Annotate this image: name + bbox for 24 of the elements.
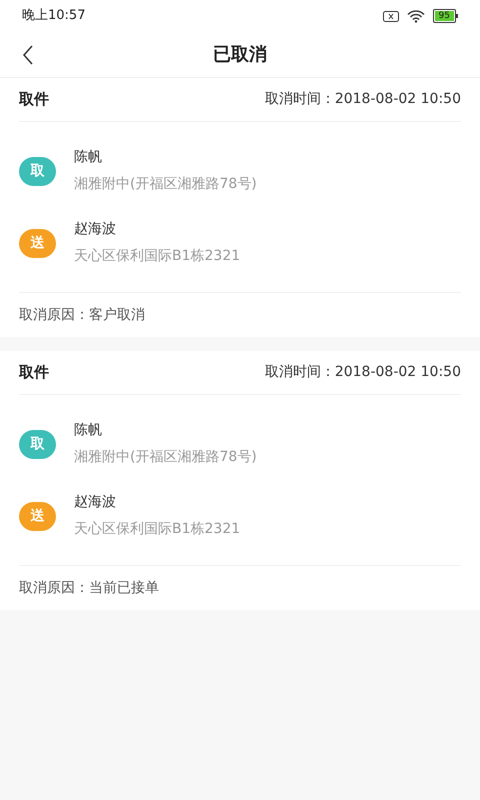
address-text: 天心区保利国际B1栋2321 — [74, 247, 240, 266]
address-text: 天心区保利国际B1栋2321 — [74, 520, 240, 539]
contact-name: 陈帆 — [74, 421, 103, 440]
sim-off-icon — [382, 10, 399, 22]
cancel-reason: 取消原因：客户取消 — [19, 306, 145, 324]
battery-icon: 95 — [432, 9, 458, 23]
order-type: 取件 — [19, 89, 49, 110]
contact-name: 赵海波 — [74, 493, 117, 512]
cancel-time: 取消时间：2018-08-02 10:50 — [264, 363, 461, 382]
address-text: 湘雅附中(开福区湘雅路78号) — [74, 448, 257, 467]
order-type: 取件 — [19, 362, 49, 384]
stop-badge: 取 — [19, 156, 56, 186]
contact-name: 赵海波 — [74, 220, 117, 239]
page-title: 已取消 — [213, 43, 267, 67]
stop-badge: 取 — [19, 430, 56, 458]
cancel-reason: 取消原因：当前已接单 — [19, 578, 159, 598]
contact-name: 陈帆 — [74, 148, 103, 167]
stop-badge: 送 — [19, 502, 56, 530]
wifi-icon — [406, 10, 425, 22]
back-icon — [22, 45, 34, 65]
status-time: 晚上10:57 — [22, 7, 86, 26]
stop-badge: 送 — [19, 228, 56, 258]
address-text: 湘雅附中(开福区湘雅路78号) — [74, 175, 257, 194]
cancel-time: 取消时间：2018-08-02 10:50 — [264, 90, 461, 109]
